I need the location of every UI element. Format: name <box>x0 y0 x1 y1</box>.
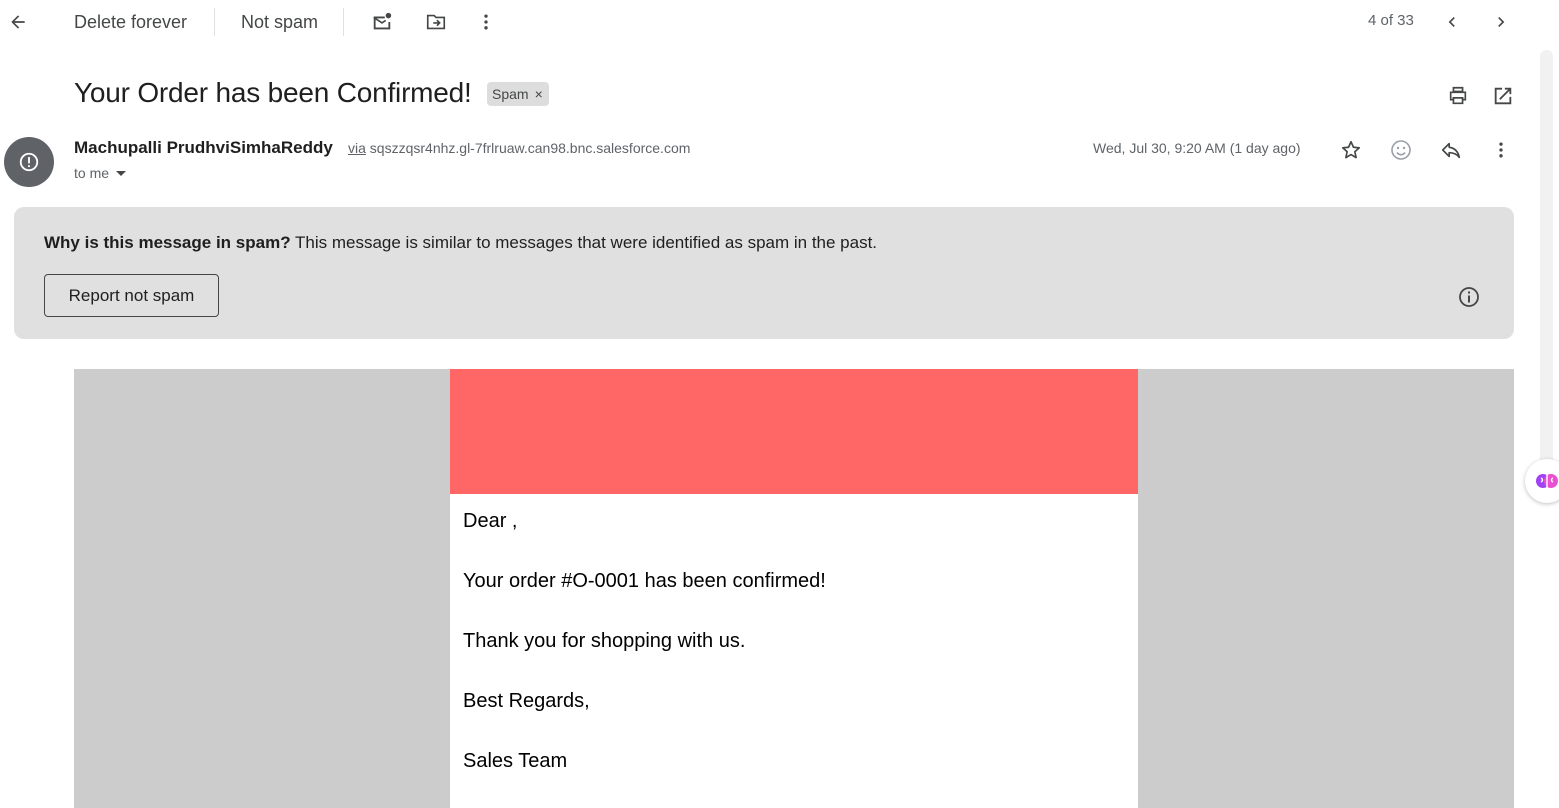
caret-down-icon <box>116 171 127 176</box>
more-actions-button[interactable] <box>472 8 500 36</box>
info-icon <box>1459 287 1479 307</box>
emoji-reaction-button[interactable] <box>1387 136 1415 164</box>
scrollbar[interactable] <box>1540 50 1553 490</box>
sender-name[interactable]: Machupalli PrudhviSimhaReddy <box>74 138 333 158</box>
sender-via: via sqszzqsr4nhz.gl-7frlruaw.can98.bnc.s… <box>348 140 690 156</box>
emoji-reaction-icon <box>1391 140 1411 160</box>
email-regards-line: Best Regards, <box>463 690 590 712</box>
recipient-text: to me <box>74 165 110 181</box>
not-spam-button[interactable]: Not spam <box>241 10 318 34</box>
email-signature-line: Sales Team <box>463 750 568 772</box>
spam-reason-question: Why is this message in spam? <box>44 233 291 252</box>
side-panel-assistant-button[interactable] <box>1525 459 1559 503</box>
sender-avatar[interactable] <box>4 137 54 187</box>
open-in-new-window-icon <box>1494 87 1512 105</box>
more-vert-icon <box>1499 142 1503 158</box>
chevron-right-icon <box>1498 17 1505 27</box>
remove-label-button[interactable]: × <box>535 86 543 102</box>
spam-reason-explanation: This message is similar to messages that… <box>295 233 878 252</box>
star-button[interactable] <box>1337 136 1365 164</box>
email-order-line: Your order #O-0001 has been confirmed! <box>463 570 826 592</box>
email-body-card: Dear , Your order #O-0001 has been confi… <box>450 369 1138 808</box>
arrow-left-icon <box>11 15 25 29</box>
spam-label-chip: Spam × <box>487 82 549 106</box>
mark-unread-icon <box>373 12 392 30</box>
delete-forever-button[interactable]: Delete forever <box>74 10 187 34</box>
report-not-spam-button[interactable]: Report not spam <box>44 274 219 317</box>
move-to-button[interactable] <box>422 8 450 36</box>
spam-warning-icon <box>19 152 39 172</box>
via-domain: sqszzqsr4nhz.gl-7frlruaw.can98.bnc.sales… <box>369 140 691 156</box>
recipient-details-toggle[interactable]: to me <box>74 165 127 181</box>
spam-info-button[interactable] <box>1455 283 1483 311</box>
spam-warning-banner: Why is this message in spam? This messag… <box>14 207 1514 339</box>
open-in-new-window-button[interactable] <box>1489 82 1517 110</box>
reply-icon <box>1441 142 1461 159</box>
assistant-brain-icon <box>1536 474 1558 488</box>
back-button[interactable] <box>4 8 32 36</box>
email-thanks-line: Thank you for shopping with us. <box>463 630 746 652</box>
print-button[interactable] <box>1444 82 1472 110</box>
via-link[interactable]: via <box>348 140 366 156</box>
message-more-button[interactable] <box>1487 136 1515 164</box>
spam-reason: Why is this message in spam? This messag… <box>44 233 877 253</box>
reply-button[interactable] <box>1437 136 1465 164</box>
print-icon <box>1449 86 1467 105</box>
email-header-banner <box>450 369 1138 494</box>
email-greeting: Dear , <box>463 510 518 532</box>
move-to-folder-icon <box>426 14 446 30</box>
mark-unread-button[interactable] <box>368 8 396 36</box>
newer-message-button[interactable] <box>1438 8 1466 36</box>
toolbar-divider <box>214 8 215 36</box>
toolbar-divider <box>343 8 344 36</box>
message-counter: 4 of 33 <box>1368 12 1414 29</box>
chevron-left-icon <box>1448 17 1455 27</box>
message-date: Wed, Jul 30, 9:20 AM (1 day ago) <box>1093 140 1301 156</box>
email-subject: Your Order has been Confirmed! <box>74 77 472 108</box>
star-icon <box>1341 140 1361 159</box>
label-text: Spam <box>492 86 529 102</box>
more-vert-icon <box>484 14 488 30</box>
older-message-button[interactable] <box>1487 8 1515 36</box>
